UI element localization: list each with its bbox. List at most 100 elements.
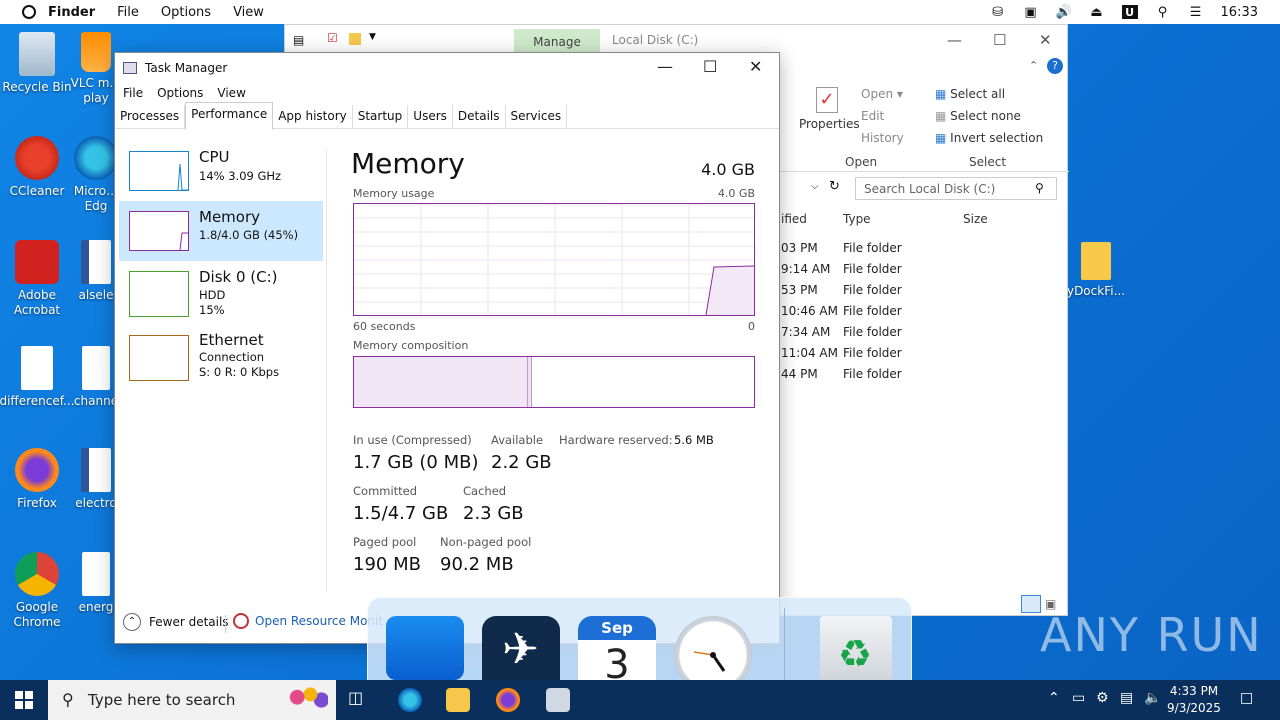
notification-icon[interactable]: □ [1240,690,1253,706]
explorer-title: Local Disk (C:) [612,33,699,47]
explorer-close-button[interactable]: ✕ [1039,31,1052,49]
explorer-minimize-button[interactable]: — [947,31,962,49]
search-icon[interactable]: ⚲ [1155,5,1171,20]
tm-menu-view[interactable]: View [217,86,245,100]
taskbar-explorer-icon[interactable] [446,688,470,712]
invert-selection-button[interactable]: ▦ Invert selection [935,131,1043,145]
tm-minimize-button[interactable]: — [657,57,673,76]
select-all-icon: ▦ [935,87,947,101]
tray-defender-icon[interactable]: ⚙ [1096,690,1109,706]
apple-menu-icon[interactable] [22,5,36,19]
tab-app-history[interactable]: App history [273,105,353,129]
tm-menu-options[interactable]: Options [157,86,203,100]
sidebar-item-memory[interactable]: Memory 1.8/4.0 GB (45%) [119,201,323,261]
menu-view[interactable]: View [233,5,264,20]
tab-startup[interactable]: Startup [353,105,409,129]
task-manager-window[interactable]: Task Manager — ☐ ✕ File Options View Pro… [114,52,780,644]
desktop-icon-ccleaner[interactable]: CCleaner [0,136,75,199]
taskbar-firefox-icon[interactable] [496,688,520,712]
quick-access-icon[interactable]: ▤ [293,33,304,47]
qa-dropdown-icon[interactable]: ▼ [369,32,376,42]
properties-button[interactable]: ✓ Properties [799,87,860,131]
search-input[interactable]: Search Local Disk (C:) [855,177,1057,200]
tm-title: Task Manager [145,61,228,75]
fewer-details-button[interactable]: ⌃ Fewer details [123,613,229,631]
edit-button[interactable]: Edit [861,109,884,123]
explorer-maximize-button[interactable]: ☐ [993,31,1006,49]
tray-network-icon[interactable]: ▤ [1120,690,1133,706]
folder-icon [1081,242,1111,280]
eject-icon[interactable]: ⏏ [1089,5,1105,20]
desktop-icon-recycle-bin[interactable]: Recycle Bin [0,32,75,95]
tab-services[interactable]: Services [506,105,568,129]
volume-icon[interactable]: 🔊 [1055,5,1071,20]
paged-pool-value: 190 MB [353,554,421,575]
table-row[interactable]: 11:04 AM File folder [781,346,902,360]
tm-close-button[interactable]: ✕ [749,57,762,76]
rocket-glyph: ✈ [502,624,539,675]
table-row[interactable]: 7:34 AM File folder [781,325,902,339]
desktop-icon-acrobat[interactable]: Adobe Acrobat [0,240,75,318]
sidebar-item-cpu[interactable]: CPU 14% 3.09 GHz [119,141,323,201]
ribbon-collapse-icon[interactable]: ⌃ [1029,59,1038,72]
column-size[interactable]: Size [963,212,988,226]
chevron-up-icon: ⌃ [123,613,141,631]
taskbar: ⚲ Type here to search ◫ ⌃ ▭ ⚙ ▤ 🔈 4:33 P… [0,680,1280,720]
sidebar-item-disk[interactable]: Disk 0 (C:) HDD 15% [119,261,323,321]
desktop-icon-chrome[interactable]: Google Chrome [0,552,75,630]
select-all-button[interactable]: ▦ Select all [935,87,1005,101]
taskbar-search-input[interactable]: ⚲ Type here to search [48,680,336,720]
tab-performance[interactable]: Performance [185,102,274,130]
taskbar-edge-icon[interactable] [398,688,422,712]
tm-maximize-button[interactable]: ☐ [703,57,717,76]
select-none-icon: ▦ [935,109,947,123]
details-view-icon[interactable] [1021,595,1041,613]
control-center-icon[interactable]: ☰ [1188,5,1204,20]
resource-monitor-icon [233,613,249,629]
menu-finder[interactable]: Finder [48,5,95,20]
table-row[interactable]: 10:46 AM File folder [781,304,902,318]
tm-menu-file[interactable]: File [123,86,143,100]
taskbar-task-manager-icon[interactable] [546,688,570,712]
dock-finder-icon[interactable] [386,616,464,680]
tab-details[interactable]: Details [453,105,506,129]
table-row[interactable]: 44 PM File folder [781,367,902,381]
tab-processes[interactable]: Processes [115,105,186,129]
desktop-icon-firefox[interactable]: Firefox [0,448,75,511]
ribbon-select-group: ▦ Select all ▦ Select none ▦ Invert sele… [935,87,1065,171]
select-none-button[interactable]: ▦ Select none [935,109,1021,123]
user-u-icon[interactable]: U [1121,5,1138,19]
open-resource-monitor-link[interactable]: Open Resource Monit [233,613,383,629]
history-button[interactable]: History [861,131,904,145]
sidebar-item-ethernet[interactable]: Ethernet Connection S: 0 R: 0 Kbps [119,327,323,387]
tab-users[interactable]: Users [408,105,453,129]
table-row[interactable]: 9:14 AM File folder [781,262,902,276]
windows-start-icon[interactable] [15,691,33,709]
desktop-icon-differencef[interactable]: differencef... [0,346,75,409]
tray-chevron-up-icon[interactable]: ⌃ [1048,690,1060,706]
taskbar-time: 4:33 PM [1169,684,1219,698]
memory-composition-bar [353,356,755,408]
help-icon[interactable]: ? [1047,58,1063,74]
dock-separator [784,608,785,688]
column-type[interactable]: Type [843,212,871,226]
open-button[interactable]: Open ▾ [861,87,903,101]
drive-icon[interactable]: ⛁ [990,5,1006,20]
taskbar-clock[interactable]: 4:33 PM 9/3/2025 [1164,683,1224,717]
column-modified[interactable]: ified [781,212,807,226]
task-view-icon[interactable]: ◫ [348,688,372,712]
tray-volume-icon[interactable]: 🔈 [1144,690,1161,706]
menu-file[interactable]: File [117,5,139,20]
table-row[interactable]: 53 PM File folder [781,283,902,297]
tray-tablet-icon[interactable]: ▭ [1072,690,1085,706]
refresh-icon[interactable]: ↻ [829,179,840,194]
address-dropdown-icon[interactable]: ⌵ [811,181,819,192]
menu-options[interactable]: Options [161,5,211,20]
display-icon[interactable]: ▣ [1023,5,1039,20]
open-group-label: Open [845,155,878,169]
memory-usage-graph [354,204,755,316]
table-row[interactable]: 03 PM File folder [781,241,902,255]
new-folder-qa-icon[interactable] [349,33,361,45]
properties-qa-icon[interactable]: ☑ [327,31,338,45]
desktop-icon-folder-right[interactable]: yDockFi... [1058,242,1134,299]
